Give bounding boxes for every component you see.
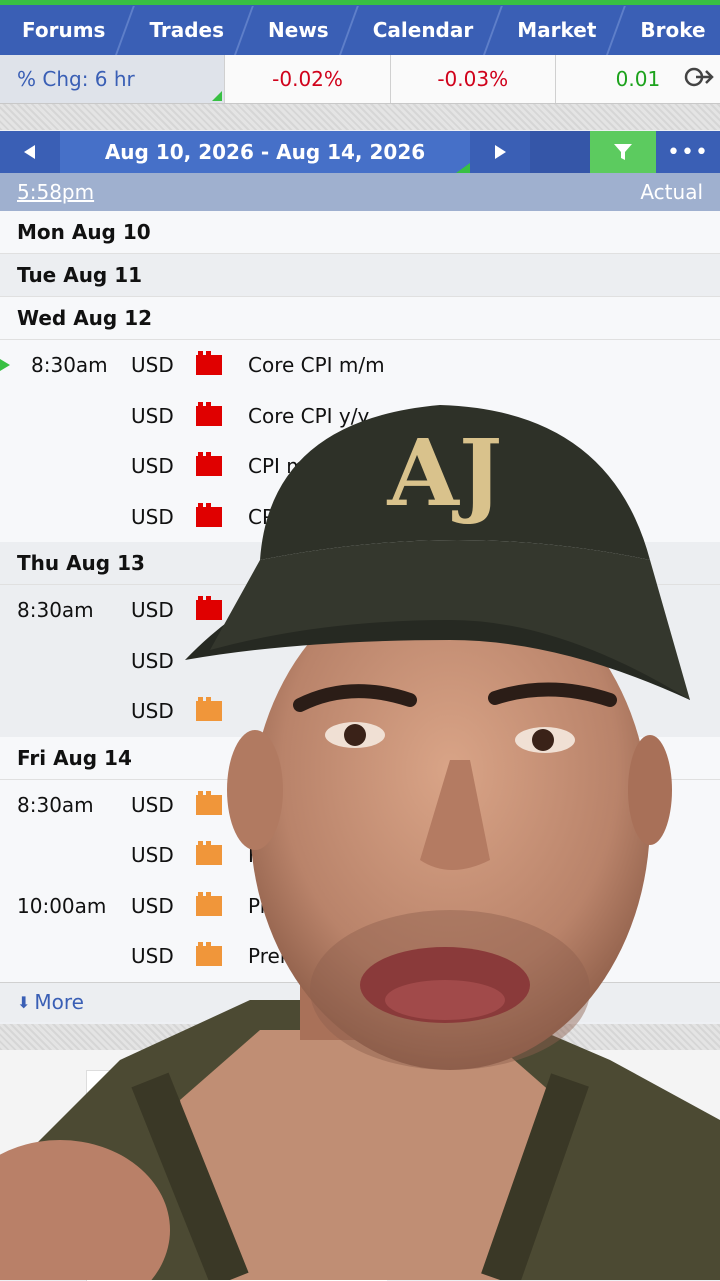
table-row[interactable]: USD (0, 635, 720, 686)
actual-column-header: Actual (640, 180, 703, 204)
event-currency: USD (131, 454, 174, 479)
day-header: Fri Aug 14 (0, 736, 720, 780)
event-title[interactable]: CPI m/m (248, 454, 332, 478)
lower-panel (0, 1050, 720, 1281)
divider-hatch (0, 1024, 720, 1050)
table-row[interactable]: 10:00am USD Pre (0, 880, 720, 931)
event-currency: USD (131, 353, 174, 378)
main-nav: Forums Trades News Calendar Market Broke (0, 5, 720, 55)
change-value: -0.02% (224, 55, 390, 103)
medium-impact-icon[interactable] (196, 790, 222, 815)
download-arrow-icon: ⬇ (17, 992, 31, 1012)
event-currency: USD (131, 843, 174, 868)
table-row[interactable]: 8:30am USD (0, 779, 720, 830)
table-row[interactable]: USD Re (0, 830, 720, 881)
event-currency: USD (131, 944, 174, 969)
event-currency: USD (131, 598, 174, 623)
table-row[interactable]: USD (0, 686, 720, 737)
event-currency: USD (131, 699, 174, 724)
medium-impact-icon[interactable] (196, 697, 222, 722)
tab-market[interactable]: Market (495, 18, 618, 42)
current-time-link[interactable]: 5:58pm (17, 180, 94, 204)
event-title[interactable]: Pre (248, 894, 280, 918)
tab-forums[interactable]: Forums (0, 18, 127, 42)
day-header: Thu Aug 13 (0, 542, 720, 585)
percent-change-bar: % Chg: 6 hr -0.02% -0.03% 0.01 (0, 55, 720, 104)
date-bar-spacer (530, 131, 590, 173)
event-time: 8:30am (31, 353, 108, 378)
more-dots-icon[interactable]: ••• (656, 131, 720, 173)
event-title[interactable]: Prel (248, 944, 285, 968)
event-currency: USD (131, 648, 174, 673)
content-box (86, 1070, 387, 1281)
divider-hatch (0, 104, 720, 130)
tab-brokers[interactable]: Broke (618, 18, 720, 42)
calendar-table: Mon Aug 10 Tue Aug 11 Wed Aug 12 8:30am … (0, 211, 720, 1022)
day-header: Tue Aug 11 (0, 254, 720, 297)
prev-week-icon[interactable] (0, 131, 60, 173)
dropdown-corner-icon (456, 163, 470, 173)
more-link[interactable]: ⬇ More (0, 981, 720, 1022)
more-label: More (34, 990, 84, 1014)
day-header: Mon Aug 10 (0, 211, 720, 254)
exit-icon[interactable] (684, 65, 714, 95)
filter-icon[interactable] (590, 131, 656, 173)
percent-change-label: % Chg: 6 hr (17, 67, 135, 91)
event-time: 8:30am (17, 792, 94, 817)
high-impact-icon[interactable] (196, 452, 222, 477)
date-range-label: Aug 10, 2026 - Aug 14, 2026 (104, 140, 426, 164)
tab-trades[interactable]: Trades (127, 18, 246, 42)
event-time: 8:30am (17, 598, 94, 623)
high-impact-icon[interactable] (196, 401, 222, 426)
high-impact-icon[interactable] (196, 351, 222, 376)
medium-impact-icon[interactable] (196, 841, 222, 866)
table-row[interactable]: USD CPI (0, 491, 720, 542)
dropdown-corner-icon (212, 91, 223, 101)
next-event-icon (0, 359, 10, 372)
high-impact-icon[interactable] (196, 596, 222, 621)
event-title[interactable]: CPI (248, 505, 280, 529)
table-row[interactable]: USD Core CPI y/y (0, 390, 720, 441)
high-impact-icon[interactable] (196, 502, 222, 527)
event-title[interactable]: Re (248, 843, 273, 867)
next-week-icon[interactable] (470, 131, 530, 173)
day-header: Wed Aug 12 (0, 297, 720, 340)
medium-impact-icon[interactable] (196, 942, 222, 967)
table-row[interactable]: 8:30am USD Core CPI m/m (0, 340, 720, 391)
event-currency: USD (131, 504, 174, 529)
time-header: 5:58pm Actual (0, 173, 720, 211)
percent-change-selector[interactable]: % Chg: 6 hr (0, 55, 225, 103)
event-time: 10:00am (17, 893, 107, 918)
medium-impact-icon[interactable] (196, 891, 222, 916)
event-currency: USD (131, 792, 174, 817)
event-title[interactable]: Core CPI y/y (248, 404, 369, 428)
event-title[interactable]: Core CPI m/m (248, 353, 385, 377)
date-range-bar: Aug 10, 2026 - Aug 14, 2026 ••• (0, 131, 720, 173)
change-value: -0.03% (389, 55, 555, 103)
tab-calendar[interactable]: Calendar (351, 18, 496, 42)
event-currency: USD (131, 893, 174, 918)
date-range-selector[interactable]: Aug 10, 2026 - Aug 14, 2026 (60, 131, 470, 173)
event-currency: USD (131, 403, 174, 428)
tab-news[interactable]: News (246, 18, 351, 42)
table-row[interactable]: 8:30am USD (0, 585, 720, 636)
table-row[interactable]: USD Prel (0, 931, 720, 982)
table-row[interactable]: USD CPI m/m (0, 441, 720, 492)
